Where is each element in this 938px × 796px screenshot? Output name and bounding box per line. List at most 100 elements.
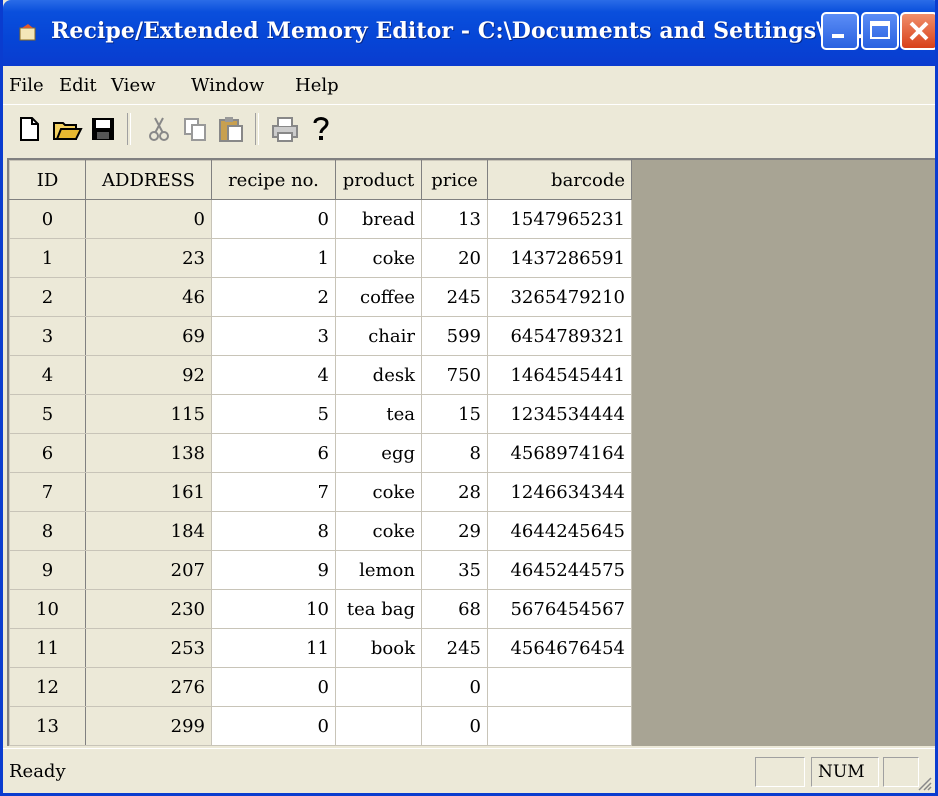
print-icon[interactable] xyxy=(269,113,301,145)
header-product[interactable]: product xyxy=(335,160,422,200)
cell-price[interactable]: 0 xyxy=(421,667,488,707)
cell-price[interactable]: 35 xyxy=(421,550,488,590)
cell-recipe-no[interactable]: 9 xyxy=(211,550,336,590)
cell-price[interactable]: 750 xyxy=(421,355,488,395)
title-bar[interactable]: Recipe/Extended Memory Editor - C:\Docum… xyxy=(3,0,935,66)
header-id[interactable]: ID xyxy=(9,160,86,200)
menu-help[interactable]: Help xyxy=(295,75,339,96)
table-row[interactable]: 6 138 6 egg 8 4568974164 xyxy=(9,433,632,473)
cell-address[interactable]: 276 xyxy=(85,667,212,707)
cell-recipe-no[interactable]: 0 xyxy=(211,667,336,707)
data-grid-area[interactable]: ID ADDRESS recipe no. product price barc… xyxy=(7,158,935,746)
cell-price[interactable]: 599 xyxy=(421,316,488,356)
cell-barcode[interactable]: 6454789321 xyxy=(487,316,632,356)
cell-barcode[interactable] xyxy=(487,667,632,707)
table-row[interactable]: 0 0 0 bread 13 1547965231 xyxy=(9,199,632,239)
menu-view[interactable]: View xyxy=(111,75,156,96)
table-row[interactable]: 10 230 10 tea bag 68 5676454567 xyxy=(9,589,632,629)
save-icon[interactable] xyxy=(87,113,119,145)
cell-product[interactable]: egg xyxy=(335,433,422,473)
cell-price[interactable]: 0 xyxy=(421,745,488,746)
cell-barcode[interactable]: 1246634344 xyxy=(487,472,632,512)
cell-barcode[interactable]: 4564676454 xyxy=(487,628,632,668)
cell-address[interactable]: 69 xyxy=(85,316,212,356)
cell-address[interactable]: 46 xyxy=(85,277,212,317)
cell-product[interactable]: desk xyxy=(335,355,422,395)
cell-product[interactable]: coffee xyxy=(335,277,422,317)
cell-product[interactable]: book xyxy=(335,628,422,668)
cell-address[interactable]: 299 xyxy=(85,706,212,746)
cell-price[interactable]: 68 xyxy=(421,589,488,629)
cell-recipe-no[interactable]: 8 xyxy=(211,511,336,551)
table-row[interactable]: 12 276 0 0 xyxy=(9,667,632,707)
paste-icon[interactable] xyxy=(215,113,247,145)
help-icon[interactable] xyxy=(305,113,337,145)
cell-address[interactable]: 322 xyxy=(85,745,212,746)
cell-barcode[interactable]: 1234534444 xyxy=(487,394,632,434)
cell-barcode[interactable]: 1547965231 xyxy=(487,199,632,239)
cell-price[interactable]: 245 xyxy=(421,277,488,317)
cell-barcode[interactable]: 3265479210 xyxy=(487,277,632,317)
cell-barcode[interactable]: 4568974164 xyxy=(487,433,632,473)
header-price[interactable]: price xyxy=(421,160,488,200)
cell-address[interactable]: 92 xyxy=(85,355,212,395)
header-barcode[interactable]: barcode xyxy=(487,160,632,200)
menu-window[interactable]: Window xyxy=(191,75,264,96)
cell-product[interactable]: tea xyxy=(335,394,422,434)
cell-price[interactable]: 8 xyxy=(421,433,488,473)
new-file-icon[interactable] xyxy=(13,113,45,145)
cell-address[interactable]: 207 xyxy=(85,550,212,590)
table-row[interactable]: 9 207 9 lemon 35 4645244575 xyxy=(9,550,632,590)
maximize-button[interactable] xyxy=(861,12,899,50)
cell-barcode[interactable]: 4645244575 xyxy=(487,550,632,590)
cell-address[interactable]: 138 xyxy=(85,433,212,473)
cell-barcode[interactable]: 1464545441 xyxy=(487,355,632,395)
header-recipe-no[interactable]: recipe no. xyxy=(211,160,336,200)
table-row[interactable]: 3 69 3 chair 599 6454789321 xyxy=(9,316,632,356)
copy-icon[interactable] xyxy=(179,113,211,145)
minimize-button[interactable] xyxy=(821,12,859,50)
cell-recipe-no[interactable]: 0 xyxy=(211,199,336,239)
open-folder-icon[interactable] xyxy=(51,113,83,145)
cell-price[interactable]: 245 xyxy=(421,628,488,668)
table-row[interactable]: 1 23 1 coke 20 1437286591 xyxy=(9,238,632,278)
cell-address[interactable]: 230 xyxy=(85,589,212,629)
cell-recipe-no[interactable]: 6 xyxy=(211,433,336,473)
table-row[interactable]: 8 184 8 coke 29 4644245645 xyxy=(9,511,632,551)
cell-barcode[interactable]: 1437286591 xyxy=(487,238,632,278)
resize-grip-icon[interactable] xyxy=(915,774,933,792)
cell-product[interactable]: tea bag xyxy=(335,589,422,629)
cell-address[interactable]: 253 xyxy=(85,628,212,668)
cell-price[interactable]: 28 xyxy=(421,472,488,512)
cell-address[interactable]: 115 xyxy=(85,394,212,434)
cell-address[interactable]: 184 xyxy=(85,511,212,551)
cell-address[interactable]: 0 xyxy=(85,199,212,239)
cell-address[interactable]: 23 xyxy=(85,238,212,278)
cell-recipe-no[interactable]: 0 xyxy=(211,706,336,746)
cell-price[interactable]: 15 xyxy=(421,394,488,434)
cell-price[interactable]: 13 xyxy=(421,199,488,239)
cell-product[interactable]: lemon xyxy=(335,550,422,590)
cell-recipe-no[interactable]: 5 xyxy=(211,394,336,434)
cell-barcode[interactable] xyxy=(487,745,632,746)
cell-barcode[interactable]: 5676454567 xyxy=(487,589,632,629)
table-row[interactable]: 5 115 5 tea 15 1234534444 xyxy=(9,394,632,434)
table-row[interactable]: 4 92 4 desk 750 1464545441 xyxy=(9,355,632,395)
cell-product[interactable]: chair xyxy=(335,316,422,356)
cell-price[interactable]: 29 xyxy=(421,511,488,551)
table-row[interactable]: 7 161 7 coke 28 1246634344 xyxy=(9,472,632,512)
cell-product[interactable]: coke xyxy=(335,472,422,512)
table-row[interactable]: 2 46 2 coffee 245 3265479210 xyxy=(9,277,632,317)
cell-product[interactable] xyxy=(335,706,422,746)
cell-recipe-no[interactable]: 0 xyxy=(211,745,336,746)
table-row[interactable]: 13 299 0 0 xyxy=(9,706,632,746)
cell-recipe-no[interactable]: 7 xyxy=(211,472,336,512)
cell-recipe-no[interactable]: 2 xyxy=(211,277,336,317)
cell-recipe-no[interactable]: 3 xyxy=(211,316,336,356)
cell-product[interactable] xyxy=(335,745,422,746)
cell-price[interactable]: 20 xyxy=(421,238,488,278)
table-row[interactable]: 11 253 11 book 245 4564676454 xyxy=(9,628,632,668)
cell-product[interactable]: coke xyxy=(335,511,422,551)
cell-recipe-no[interactable]: 4 xyxy=(211,355,336,395)
cell-product[interactable]: bread xyxy=(335,199,422,239)
